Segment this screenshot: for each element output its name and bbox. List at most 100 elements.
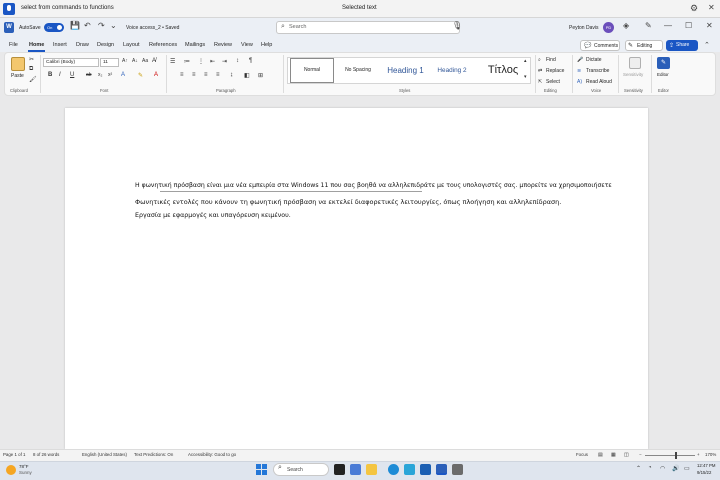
weather-temperature[interactable]: 78°F xyxy=(19,464,29,469)
italic-icon[interactable]: I xyxy=(59,72,61,78)
read-mode-icon[interactable]: ▤ xyxy=(598,452,603,458)
close-icon[interactable]: ✕ xyxy=(708,3,715,12)
zoom-level[interactable]: 170% xyxy=(705,452,716,457)
zoom-slider[interactable] xyxy=(645,455,695,456)
font-size-select[interactable]: 11 xyxy=(100,58,119,67)
tab-review[interactable]: Review xyxy=(214,42,232,48)
zoom-in-icon[interactable]: + xyxy=(697,452,700,457)
document-line-3[interactable]: Εργασία με εφαρμογές και υπαγόρευση κειμ… xyxy=(135,212,291,219)
tab-draw[interactable]: Draw xyxy=(76,42,89,48)
battery-icon[interactable]: ▭ xyxy=(684,465,690,472)
widgets-icon[interactable] xyxy=(350,464,361,475)
style-no-spacing[interactable]: No Spacing xyxy=(337,59,379,82)
volume-icon[interactable]: 🔊 xyxy=(672,465,679,472)
accessibility-status[interactable]: Accessibility: Good to go xyxy=(188,452,236,457)
cut-icon[interactable]: ✂ xyxy=(29,56,34,63)
editor-icon[interactable]: ✎ xyxy=(657,57,670,69)
font-name-select[interactable]: Calibri (Body) xyxy=(43,58,99,67)
save-icon[interactable]: 💾 xyxy=(70,21,80,30)
sort-icon[interactable]: ↕ xyxy=(236,58,239,64)
line-spacing-icon[interactable]: ↨ xyxy=(230,72,233,78)
numbering-icon[interactable]: ≔ xyxy=(184,58,190,65)
select-button[interactable]: Select xyxy=(546,79,560,85)
zoom-slider-thumb[interactable] xyxy=(675,452,677,459)
tab-design[interactable]: Design xyxy=(97,42,114,48)
wifi-icon[interactable]: ◠ xyxy=(660,465,665,472)
document-name[interactable]: Voice access_2 • Saved xyxy=(126,25,179,31)
styles-more-icon[interactable]: ▾ xyxy=(524,74,527,80)
autosave-toggle[interactable]: On xyxy=(44,23,64,32)
clear-formatting-icon[interactable]: A̸ xyxy=(152,58,156,64)
task-view-icon[interactable] xyxy=(334,464,345,475)
highlight-icon[interactable]: ✎ xyxy=(138,72,143,79)
undo-icon[interactable]: ↶ xyxy=(84,21,91,30)
gear-icon[interactable]: ⚙ xyxy=(690,3,698,14)
dictate-button[interactable]: Dictate xyxy=(586,57,602,63)
avatar[interactable]: PD xyxy=(603,22,614,33)
minimize-icon[interactable]: — xyxy=(664,21,672,30)
decrease-indent-icon[interactable]: ⇤ xyxy=(210,58,215,65)
web-layout-icon[interactable]: ◫ xyxy=(624,452,629,458)
grow-font-icon[interactable]: A↑ xyxy=(122,58,128,64)
document-page[interactable] xyxy=(65,108,648,449)
show-formatting-icon[interactable]: ¶ xyxy=(249,58,252,64)
text-predictions-status[interactable]: Text Predictions: On xyxy=(134,452,173,457)
word-taskbar-icon[interactable] xyxy=(436,464,447,475)
zoom-out-icon[interactable]: − xyxy=(639,452,642,457)
multilevel-list-icon[interactable]: ⋮ xyxy=(198,58,204,65)
align-right-icon[interactable]: ≡ xyxy=(204,72,208,78)
microphone-search-icon[interactable]: 🎙 xyxy=(452,21,462,30)
font-color-icon[interactable]: A xyxy=(154,72,158,78)
clock-date[interactable]: 9/15/22 xyxy=(697,470,711,475)
tab-view[interactable]: View xyxy=(241,42,253,48)
text-effects-icon[interactable]: A xyxy=(121,72,125,78)
weather-condition[interactable]: Sunny xyxy=(19,470,32,475)
style-heading-2[interactable]: Heading 2 xyxy=(432,59,472,82)
document-line-2[interactable]: Φωνητικές εντολές που κάνουν τη φωνητική… xyxy=(135,198,561,206)
settings-app-icon[interactable] xyxy=(452,464,463,475)
replace-button[interactable]: Replace xyxy=(546,68,564,74)
close-window-icon[interactable]: ✕ xyxy=(706,21,713,30)
edge-icon[interactable] xyxy=(388,464,399,475)
diamond-icon[interactable]: ◈ xyxy=(623,21,629,30)
tab-mailings[interactable]: Mailings xyxy=(185,42,205,48)
mail-icon[interactable] xyxy=(420,464,431,475)
tab-references[interactable]: References xyxy=(149,42,177,48)
sensitivity-button[interactable]: Sensitivity xyxy=(623,72,643,77)
underline-icon[interactable]: U xyxy=(70,72,74,78)
store-icon[interactable] xyxy=(404,464,415,475)
find-button[interactable]: Find xyxy=(546,57,556,63)
microphone-icon[interactable] xyxy=(3,3,15,15)
read-aloud-button[interactable]: Read Aloud xyxy=(586,79,612,85)
shrink-font-icon[interactable]: A↓ xyxy=(132,58,138,64)
document-line-1[interactable]: Η φωνητική πρόσβαση είναι μια νέα εμπειρ… xyxy=(135,182,612,189)
justify-icon[interactable]: ≡ xyxy=(216,72,220,78)
styles-scroll-up-icon[interactable]: ▴ xyxy=(524,58,527,64)
clock-time[interactable]: 12:47 PM xyxy=(697,463,715,468)
copy-icon[interactable]: ⧉ xyxy=(29,66,33,73)
tab-insert[interactable]: Insert xyxy=(53,42,67,48)
paste-label[interactable]: Paste xyxy=(11,73,24,79)
increase-indent-icon[interactable]: ⇥ xyxy=(222,58,227,65)
tab-help[interactable]: Help xyxy=(261,42,272,48)
paste-icon[interactable] xyxy=(11,57,25,71)
user-name[interactable]: Peyton Davis xyxy=(569,25,598,31)
tab-layout[interactable]: Layout xyxy=(123,42,140,48)
page-count[interactable]: Page 1 of 1 xyxy=(3,452,25,457)
transcribe-button[interactable]: Transcribe xyxy=(586,68,609,74)
maximize-icon[interactable]: ☐ xyxy=(685,21,692,30)
change-case-icon[interactable]: Aa xyxy=(142,58,148,64)
align-center-icon[interactable]: ≡ xyxy=(192,72,196,78)
sensitivity-icon[interactable] xyxy=(629,57,641,69)
superscript-icon[interactable]: x² xyxy=(108,72,112,78)
chevron-down-icon[interactable]: ⌄ xyxy=(110,21,117,30)
style-title[interactable]: Τίτλος xyxy=(478,59,528,82)
style-heading-1[interactable]: Heading 1 xyxy=(383,59,428,82)
format-painter-icon[interactable]: 🖌 xyxy=(29,76,37,83)
collapse-ribbon-icon[interactable]: ⌃ xyxy=(704,41,710,49)
tray-chevron-icon[interactable]: ⌃ xyxy=(636,465,641,472)
bullets-icon[interactable]: ☰ xyxy=(170,58,175,65)
windows-start-icon[interactable] xyxy=(256,464,267,475)
subscript-icon[interactable]: x₂ xyxy=(98,72,102,78)
pen-icon[interactable]: ✎ xyxy=(645,21,652,30)
